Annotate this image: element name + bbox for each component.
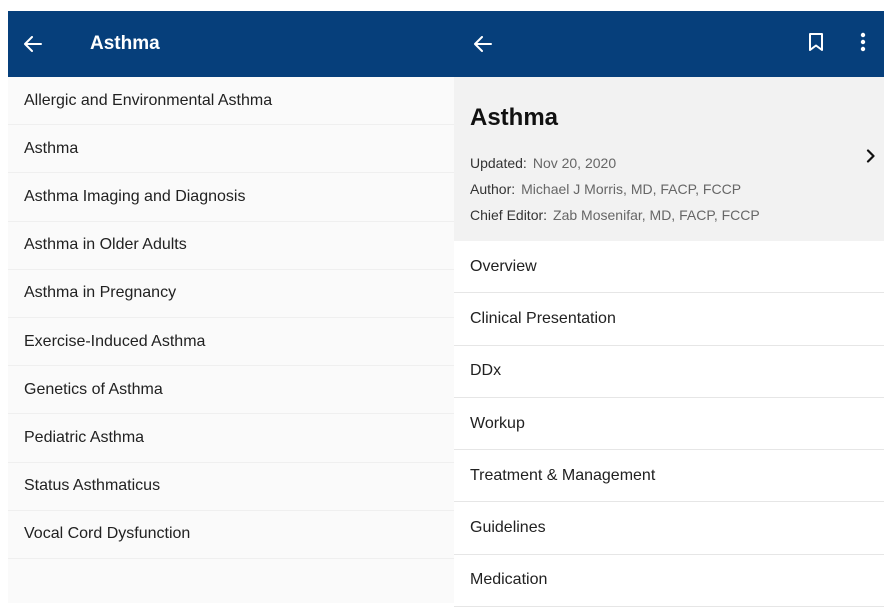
back-arrow-icon[interactable] xyxy=(24,36,72,52)
list-item-label: Exercise-Induced Asthma xyxy=(24,332,206,350)
section-label: Medication xyxy=(470,571,548,589)
section-label: Overview xyxy=(470,257,537,275)
section-clinical-presentation[interactable]: Clinical Presentation xyxy=(454,293,884,346)
list-item-label: Asthma xyxy=(24,139,79,157)
section-ddx[interactable]: DDx xyxy=(454,346,884,398)
list-item-label: Vocal Cord Dysfunction xyxy=(24,525,191,543)
right-app-bar xyxy=(454,11,884,77)
updated-value: Nov 20, 2020 xyxy=(532,155,617,171)
list-item-asthma[interactable]: Asthma xyxy=(8,125,454,174)
section-label: Guidelines xyxy=(470,519,546,537)
list-item-pediatric-asthma[interactable]: Pediatric Asthma xyxy=(8,414,454,463)
section-label: Clinical Presentation xyxy=(470,309,616,327)
chief-editor-row: Chief Editor: Zab Mosenifar, MD, FACP, FC… xyxy=(470,207,760,223)
article-header-card[interactable]: Asthma Updated: Nov 20, 2020 Author: Micha… xyxy=(454,77,884,241)
list-item-label: Pediatric Asthma xyxy=(24,428,145,446)
article-pane: Asthma Updated: Nov 20, 2020 Author: Micha… xyxy=(454,11,884,607)
topic-list-pane: Asthma Allergic and Environmental Asthma… xyxy=(8,11,454,603)
list-item-status-asthmaticus[interactable]: Status Asthmaticus xyxy=(8,463,454,511)
bookmark-icon[interactable] xyxy=(808,32,824,57)
left-header-title: Asthma xyxy=(90,33,160,54)
chief-editor-value: Zab Mosenifar, MD, FACP, FCCP xyxy=(553,207,760,223)
related-topics-list: Allergic and Environmental Asthma Asthma… xyxy=(8,77,454,603)
list-item-vocal-cord-dysfunction[interactable]: Vocal Cord Dysfunction xyxy=(8,511,454,559)
list-item-label: Genetics of Asthma xyxy=(24,380,163,398)
list-item-label: Asthma in Pregnancy xyxy=(24,284,177,302)
list-item-label: Allergic and Environmental Asthma xyxy=(24,91,273,109)
author-row: Author: Michael J Morris, MD, FACP, FCCP xyxy=(470,181,741,197)
list-item-asthma-older-adults[interactable]: Asthma in Older Adults xyxy=(8,222,454,270)
updated-label: Updated: xyxy=(470,155,527,171)
back-arrow-icon[interactable] xyxy=(474,36,492,52)
list-item-exercise-induced-asthma[interactable]: Exercise-Induced Asthma xyxy=(8,318,454,367)
list-item-asthma-pregnancy[interactable]: Asthma in Pregnancy xyxy=(8,270,454,318)
section-overview[interactable]: Overview xyxy=(454,241,884,294)
status-bar xyxy=(0,0,884,11)
list-item-label: Status Asthmaticus xyxy=(24,477,161,495)
section-treatment-management[interactable]: Treatment & Management xyxy=(454,450,884,503)
list-item-asthma-imaging-diagnosis[interactable]: Asthma Imaging and Diagnosis xyxy=(8,173,454,222)
section-label: DDx xyxy=(470,362,502,380)
section-workup[interactable]: Workup xyxy=(454,398,884,451)
chief-editor-label: Chief Editor: xyxy=(470,207,548,223)
list-item-label: Asthma Imaging and Diagnosis xyxy=(24,187,246,205)
section-label: Treatment & Management xyxy=(470,466,656,484)
list-item-genetics-asthma[interactable]: Genetics of Asthma xyxy=(8,366,454,415)
list-item-allergic-environmental-asthma[interactable]: Allergic and Environmental Asthma xyxy=(8,77,454,126)
section-medication[interactable]: Medication xyxy=(454,555,884,607)
list-item-label: Asthma in Older Adults xyxy=(24,236,187,254)
section-label: Workup xyxy=(470,414,525,432)
updated-row: Updated: Nov 20, 2020 xyxy=(470,155,616,171)
section-guidelines[interactable]: Guidelines xyxy=(454,502,884,555)
author-value: Michael J Morris, MD, FACP, FCCP xyxy=(521,181,742,197)
more-vert-icon[interactable] xyxy=(860,32,866,57)
left-app-bar: Asthma xyxy=(8,11,454,77)
chevron-right-icon[interactable] xyxy=(866,149,876,168)
author-label: Author: xyxy=(470,181,516,197)
article-sections-list: Overview Clinical Presentation DDx Worku… xyxy=(454,241,884,607)
article-title: Asthma xyxy=(470,104,559,131)
